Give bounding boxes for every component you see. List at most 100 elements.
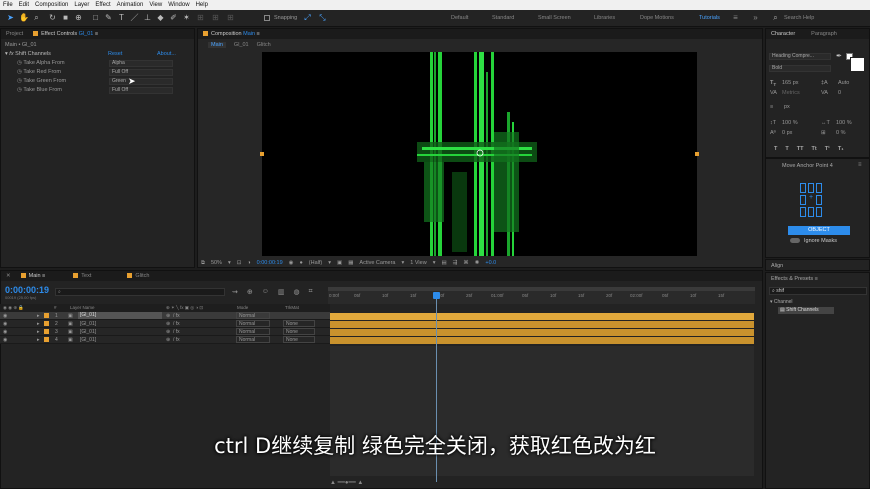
visibility-icon[interactable]: ◉ [3, 313, 7, 319]
rotate-tool-icon[interactable]: ↻ [48, 13, 57, 22]
always-preview-icon[interactable]: ⧉ [201, 260, 205, 267]
motion-blur-icon[interactable]: ◍ [294, 288, 300, 296]
anchor-top[interactable] [808, 183, 814, 193]
workspace-menu-icon[interactable]: ≡ [731, 13, 740, 22]
layer-row-3[interactable]: ◉ ▸ 3 ▣ [Gl_01] ⊕ / fx Normal None [0, 328, 330, 336]
effects-category[interactable]: ▾ Channel [770, 299, 793, 305]
selection-tool-icon[interactable]: ➤ [6, 13, 15, 22]
visibility-icon[interactable]: ◉ [3, 321, 7, 327]
fast-preview-icon[interactable]: ⇶ [453, 260, 458, 266]
visibility-icon[interactable]: ◉ [3, 337, 7, 343]
pen-tool-icon[interactable]: ✎ [104, 13, 113, 22]
close-tab-icon[interactable]: ✕ [6, 273, 11, 279]
anchor-bottom-left[interactable] [800, 207, 806, 217]
layer-switches[interactable]: ⊕ / fx [166, 337, 180, 343]
layer-row-4[interactable]: ◉ ▸ 4 ▣ [Gl_01] ⊕ / fx Normal None [0, 336, 330, 344]
search-help-input[interactable]: Search Help [784, 15, 814, 21]
stopwatch-icon[interactable]: ◷ [17, 69, 22, 75]
viewer-timecode[interactable]: 0:00:00:19 [257, 260, 283, 266]
menu-layer[interactable]: Layer [74, 2, 89, 8]
horizontal-scale-value[interactable]: 100 % [836, 120, 852, 126]
trkmat-dropdown[interactable]: None [283, 336, 315, 343]
stopwatch-icon[interactable]: ◷ [17, 60, 22, 66]
align-title[interactable]: Align [771, 263, 783, 269]
camera-dropdown[interactable]: Active Camera [359, 260, 395, 266]
expand-icon[interactable]: ▸ [37, 321, 40, 327]
comp-flow-icon[interactable]: ⇝ [232, 288, 238, 296]
ignore-masks-toggle[interactable] [790, 238, 800, 243]
camera-tool-icon[interactable]: ■ [61, 13, 70, 22]
layer-name[interactable]: [Gl_01] [78, 312, 162, 319]
menu-view[interactable]: View [149, 2, 162, 8]
region-icon[interactable]: ▣ [337, 260, 342, 266]
take-blue-dropdown[interactable]: Full Off [109, 87, 173, 94]
timeline-tab-glitch[interactable]: Glitch [127, 273, 149, 279]
hand-tool-icon[interactable]: ✋ [19, 13, 29, 22]
layer-handle-right[interactable] [695, 152, 699, 156]
anchor-left[interactable] [800, 195, 806, 205]
playhead-handle[interactable] [433, 292, 440, 299]
mode-dropdown[interactable]: Normal [236, 336, 270, 343]
anchor-right[interactable] [816, 195, 822, 205]
channel-icon[interactable]: ● [299, 260, 302, 266]
menu-animation[interactable]: Animation [117, 2, 144, 8]
timeline-zoom-slider[interactable]: ▲ ━━●━━ ▲ [330, 479, 363, 486]
workspace-small-screen[interactable]: Small Screen [538, 15, 571, 21]
clone-tool-icon[interactable]: ⊥ [143, 13, 152, 22]
type-tool-icon[interactable]: T [117, 13, 126, 22]
effect-header[interactable]: ▾ fx Shift Channels [5, 51, 51, 57]
layer-switches[interactable]: ⊕ / fx [166, 329, 180, 335]
snap-options-icon[interactable]: ⤢ [303, 13, 312, 22]
rectangle-tool-icon[interactable]: □ [91, 13, 100, 22]
subtab-gl01[interactable]: Gl_01 [234, 42, 249, 48]
render-icon[interactable]: ▤ [441, 260, 446, 266]
label-color-icon[interactable] [44, 337, 49, 342]
stroke-width-unit[interactable]: px [784, 104, 790, 110]
timeline-tab-main[interactable]: Main ≡ [20, 273, 45, 279]
anchor-bottom-right[interactable] [816, 207, 822, 217]
roto-brush-tool-icon[interactable]: ✐ [169, 13, 178, 22]
brush-tool-icon[interactable]: ／ [130, 13, 139, 22]
resolution-dropdown[interactable]: (Half) [309, 260, 322, 266]
anchor-top-left[interactable] [800, 183, 806, 193]
object-button[interactable]: OBJECT [788, 226, 850, 235]
workspace-standard[interactable]: Standard [492, 15, 514, 21]
layer-bar-1[interactable] [330, 313, 754, 320]
take-red-dropdown[interactable]: Full Off [109, 69, 173, 76]
about-link[interactable]: About... [157, 51, 176, 57]
camera-snapshot-icon[interactable]: ◉ [289, 260, 294, 266]
anchor-top-right[interactable] [816, 183, 822, 193]
snapshot-icon[interactable]: ◑ [247, 260, 250, 266]
tab-composition[interactable]: Composition Main ≡ [203, 31, 260, 37]
flowchart-icon[interactable]: ⌘ [463, 260, 469, 266]
composition-viewer[interactable] [262, 52, 697, 256]
eyedropper-icon[interactable]: ✒ [836, 52, 842, 60]
anchor-bottom[interactable] [808, 207, 814, 217]
effects-search-input[interactable]: ⌕ shif [769, 287, 867, 295]
layer-row-2[interactable]: ◉ ▸ 2 ▣ [Gl_01] ⊕ / fx Normal None [0, 320, 330, 328]
take-alpha-dropdown[interactable]: Alpha [109, 60, 173, 67]
workspace-libraries[interactable]: Libraries [594, 15, 615, 21]
font-size-value[interactable]: 165 px [782, 80, 799, 86]
col-layer-name[interactable]: Layer Name [70, 305, 95, 310]
zoom-dropdown[interactable]: 50% [211, 260, 222, 266]
layer-name[interactable]: [Gl_01] [80, 329, 96, 335]
mode-dropdown[interactable]: Normal [236, 312, 270, 319]
faux-bold-button[interactable]: T [774, 146, 777, 152]
layer-handle-left[interactable] [260, 152, 264, 156]
eraser-tool-icon[interactable]: ◆ [156, 13, 165, 22]
puppet-tool-icon[interactable]: ✶ [182, 13, 191, 22]
safe-areas-icon[interactable]: ⊡ [237, 260, 242, 266]
pan-behind-tool-icon[interactable]: ⊕ [74, 13, 83, 22]
timeline-search-input[interactable]: ⌕ [55, 288, 225, 296]
faux-italic-button[interactable]: T [785, 146, 788, 152]
workspace-overflow-icon[interactable]: » [751, 13, 760, 22]
mode-dropdown[interactable]: Normal [236, 328, 270, 335]
tab-paragraph[interactable]: Paragraph [811, 31, 837, 37]
layer-name[interactable]: [Gl_01] [80, 321, 96, 327]
vertical-scale-value[interactable]: 100 % [782, 120, 798, 126]
reset-link[interactable]: Reset [108, 51, 122, 57]
leading-value[interactable]: Auto [838, 80, 849, 86]
menu-help[interactable]: Help [196, 2, 208, 8]
expand-icon[interactable]: ▸ [37, 337, 40, 343]
